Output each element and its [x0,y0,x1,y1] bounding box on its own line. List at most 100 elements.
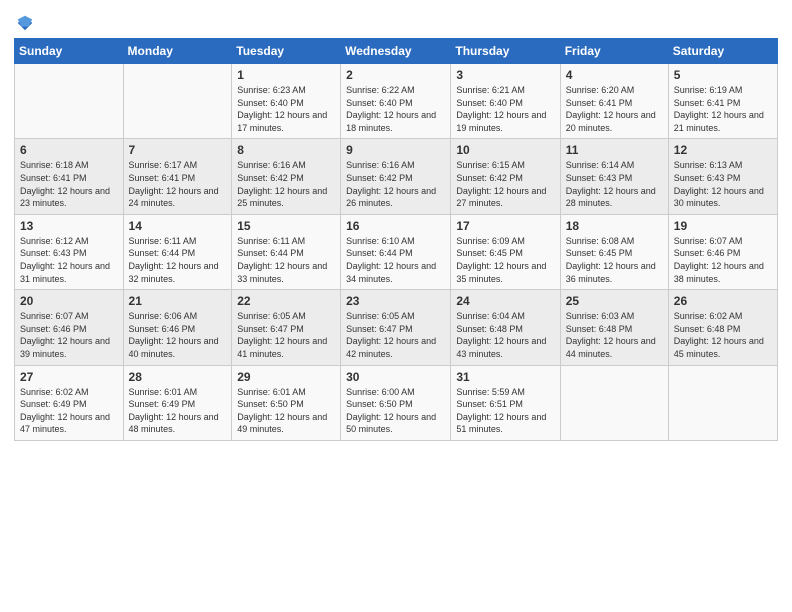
calendar-cell: 2Sunrise: 6:22 AM Sunset: 6:40 PM Daylig… [341,64,451,139]
day-number: 22 [237,294,335,308]
calendar-week-row: 1Sunrise: 6:23 AM Sunset: 6:40 PM Daylig… [15,64,778,139]
calendar-cell: 1Sunrise: 6:23 AM Sunset: 6:40 PM Daylig… [232,64,341,139]
calendar-cell: 15 Sunrise: 6:11 AM Sunset: 6:44 PM Dayli… [232,214,341,289]
day-number: 7 [129,143,227,157]
day-number: 8 [237,143,335,157]
calendar-cell: 19 Sunrise: 6:07 AM Sunset: 6:46 PM Dayli… [668,214,777,289]
page: Sunday Monday Tuesday Wednesday Thursday… [0,0,792,612]
calendar-cell: 9 Sunrise: 6:16 AM Sunset: 6:42 PM Daylig… [341,139,451,214]
day-number: 5 [674,68,772,82]
cell-info: Sunrise: 6:14 AM Sunset: 6:43 PM Dayligh… [566,159,663,209]
calendar-cell: 27Sunrise: 6:02 AM Sunset: 6:49 PM Dayli… [15,365,124,440]
day-number: 16 [346,219,445,233]
calendar-cell: 18 Sunrise: 6:08 AM Sunset: 6:45 PM Dayli… [560,214,668,289]
cell-info: Sunrise: 6:01 AM Sunset: 6:49 PM Dayligh… [129,386,227,436]
cell-info: Sunrise: 6:12 AM Sunset: 6:43 PM Dayligh… [20,235,118,285]
day-number: 11 [566,143,663,157]
day-number: 10 [456,143,554,157]
calendar-cell: 17 Sunrise: 6:09 AM Sunset: 6:45 PM Dayli… [451,214,560,289]
cell-info: Sunrise: 6:06 AM Sunset: 6:46 PM Dayligh… [129,310,227,360]
calendar-header-row: Sunday Monday Tuesday Wednesday Thursday… [15,39,778,64]
day-number: 20 [20,294,118,308]
calendar-table: Sunday Monday Tuesday Wednesday Thursday… [14,38,778,441]
cell-info: Sunrise: 6:19 AM Sunset: 6:41 PM Dayligh… [674,84,772,134]
day-number: 30 [346,370,445,384]
cell-info: Sunrise: 6:15 AM Sunset: 6:42 PM Dayligh… [456,159,554,209]
calendar-cell: 21Sunrise: 6:06 AM Sunset: 6:46 PM Dayli… [123,290,232,365]
day-number: 14 [129,219,227,233]
calendar-week-row: 13 Sunrise: 6:12 AM Sunset: 6:43 PM Dayli… [15,214,778,289]
header-tuesday: Tuesday [232,39,341,64]
calendar-cell [668,365,777,440]
calendar-week-row: 20Sunrise: 6:07 AM Sunset: 6:46 PM Dayli… [15,290,778,365]
day-number: 17 [456,219,554,233]
day-number: 6 [20,143,118,157]
calendar-week-row: 6 Sunrise: 6:18 AM Sunset: 6:41 PM Daylig… [15,139,778,214]
cell-info: Sunrise: 6:21 AM Sunset: 6:40 PM Dayligh… [456,84,554,134]
calendar-cell: 4 Sunrise: 6:20 AM Sunset: 6:41 PM Daylig… [560,64,668,139]
header-sunday: Sunday [15,39,124,64]
day-number: 18 [566,219,663,233]
cell-info: Sunrise: 5:59 AM Sunset: 6:51 PM Dayligh… [456,386,554,436]
calendar-cell: 29 Sunrise: 6:01 AM Sunset: 6:50 PM Dayli… [232,365,341,440]
header-monday: Monday [123,39,232,64]
header-wednesday: Wednesday [341,39,451,64]
calendar-cell: 23 Sunrise: 6:05 AM Sunset: 6:47 PM Dayli… [341,290,451,365]
cell-info: Sunrise: 6:17 AM Sunset: 6:41 PM Dayligh… [129,159,227,209]
day-number: 25 [566,294,663,308]
day-number: 23 [346,294,445,308]
day-number: 15 [237,219,335,233]
day-number: 27 [20,370,118,384]
calendar-cell: 13 Sunrise: 6:12 AM Sunset: 6:43 PM Dayli… [15,214,124,289]
day-number: 4 [566,68,663,82]
calendar-cell: 31Sunrise: 5:59 AM Sunset: 6:51 PM Dayli… [451,365,560,440]
header-thursday: Thursday [451,39,560,64]
calendar-cell: 24 Sunrise: 6:04 AM Sunset: 6:48 PM Dayli… [451,290,560,365]
logo [14,14,34,32]
calendar-cell: 26 Sunrise: 6:02 AM Sunset: 6:48 PM Dayli… [668,290,777,365]
cell-info: Sunrise: 6:18 AM Sunset: 6:41 PM Dayligh… [20,159,118,209]
calendar-cell: 16Sunrise: 6:10 AM Sunset: 6:44 PM Dayli… [341,214,451,289]
day-number: 29 [237,370,335,384]
cell-info: Sunrise: 6:23 AM Sunset: 6:40 PM Dayligh… [237,84,335,134]
cell-info: Sunrise: 6:07 AM Sunset: 6:46 PM Dayligh… [674,235,772,285]
calendar-cell [123,64,232,139]
header-saturday: Saturday [668,39,777,64]
cell-info: Sunrise: 6:09 AM Sunset: 6:45 PM Dayligh… [456,235,554,285]
day-number: 3 [456,68,554,82]
cell-info: Sunrise: 6:20 AM Sunset: 6:41 PM Dayligh… [566,84,663,134]
cell-info: Sunrise: 6:05 AM Sunset: 6:47 PM Dayligh… [237,310,335,360]
cell-info: Sunrise: 6:05 AM Sunset: 6:47 PM Dayligh… [346,310,445,360]
calendar-cell [15,64,124,139]
day-number: 19 [674,219,772,233]
cell-info: Sunrise: 6:13 AM Sunset: 6:43 PM Dayligh… [674,159,772,209]
day-number: 13 [20,219,118,233]
cell-info: Sunrise: 6:08 AM Sunset: 6:45 PM Dayligh… [566,235,663,285]
cell-info: Sunrise: 6:01 AM Sunset: 6:50 PM Dayligh… [237,386,335,436]
calendar-cell: 28 Sunrise: 6:01 AM Sunset: 6:49 PM Dayli… [123,365,232,440]
calendar-cell: 10 Sunrise: 6:15 AM Sunset: 6:42 PM Dayli… [451,139,560,214]
day-number: 24 [456,294,554,308]
calendar-week-row: 27Sunrise: 6:02 AM Sunset: 6:49 PM Dayli… [15,365,778,440]
calendar-cell: 5 Sunrise: 6:19 AM Sunset: 6:41 PM Daylig… [668,64,777,139]
cell-info: Sunrise: 6:16 AM Sunset: 6:42 PM Dayligh… [346,159,445,209]
calendar-cell: 12Sunrise: 6:13 AM Sunset: 6:43 PM Dayli… [668,139,777,214]
logo-icon [16,14,34,32]
cell-info: Sunrise: 6:11 AM Sunset: 6:44 PM Dayligh… [237,235,335,285]
cell-info: Sunrise: 6:00 AM Sunset: 6:50 PM Dayligh… [346,386,445,436]
day-number: 9 [346,143,445,157]
cell-info: Sunrise: 6:03 AM Sunset: 6:48 PM Dayligh… [566,310,663,360]
day-number: 26 [674,294,772,308]
cell-info: Sunrise: 6:04 AM Sunset: 6:48 PM Dayligh… [456,310,554,360]
calendar-cell: 11 Sunrise: 6:14 AM Sunset: 6:43 PM Dayli… [560,139,668,214]
calendar-cell: 30 Sunrise: 6:00 AM Sunset: 6:50 PM Dayli… [341,365,451,440]
day-number: 28 [129,370,227,384]
calendar-cell: 7 Sunrise: 6:17 AM Sunset: 6:41 PM Daylig… [123,139,232,214]
cell-info: Sunrise: 6:02 AM Sunset: 6:48 PM Dayligh… [674,310,772,360]
cell-info: Sunrise: 6:16 AM Sunset: 6:42 PM Dayligh… [237,159,335,209]
calendar-cell: 3 Sunrise: 6:21 AM Sunset: 6:40 PM Daylig… [451,64,560,139]
cell-info: Sunrise: 6:22 AM Sunset: 6:40 PM Dayligh… [346,84,445,134]
calendar-cell: 14Sunrise: 6:11 AM Sunset: 6:44 PM Dayli… [123,214,232,289]
calendar-cell: 8 Sunrise: 6:16 AM Sunset: 6:42 PM Daylig… [232,139,341,214]
calendar-cell: 25 Sunrise: 6:03 AM Sunset: 6:48 PM Dayli… [560,290,668,365]
